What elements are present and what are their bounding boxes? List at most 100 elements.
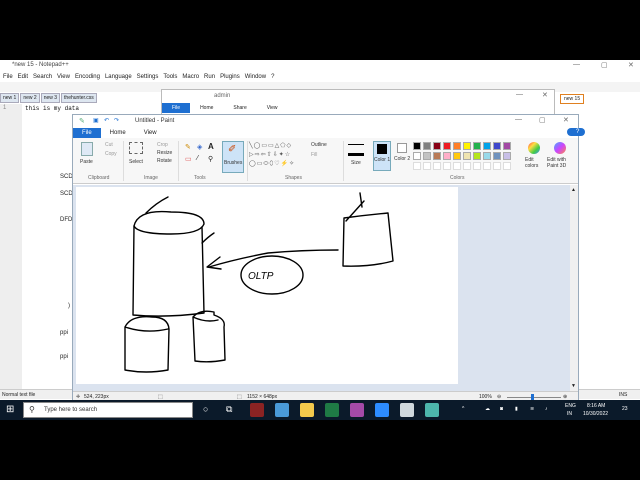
fill-button[interactable]: Fill (311, 152, 317, 158)
maximize-icon[interactable]: ▢ (601, 61, 608, 69)
taskbar-search-box[interactable]: ⚲ Type here to search (23, 402, 193, 418)
save-icon[interactable]: ▣ (93, 117, 99, 124)
menu-macro[interactable]: Macro (182, 72, 199, 82)
notification-count[interactable]: 23 (622, 406, 628, 412)
palette-color-swatch[interactable] (453, 142, 461, 150)
palette-custom-swatch[interactable] (463, 162, 471, 170)
menu-run[interactable]: Run (204, 72, 215, 82)
tab-new-1[interactable]: new 1 (0, 93, 20, 103)
color-1-button[interactable]: Color 1 (373, 141, 391, 171)
scroll-down-icon[interactable]: ▼ (571, 383, 576, 389)
palette-custom-swatch[interactable] (473, 162, 481, 170)
copy-button[interactable]: Copy (105, 151, 117, 157)
scroll-up-icon[interactable]: ▲ (571, 187, 576, 193)
clock-time[interactable]: 8:16 AM (587, 403, 605, 409)
clock-date[interactable]: 10/30/2022 (583, 411, 608, 417)
edit-colors-button[interactable]: Edit colors (525, 157, 545, 169)
palette-color-swatch[interactable] (503, 152, 511, 160)
explorer-tab-share[interactable]: Share (223, 103, 256, 113)
brushes-button[interactable]: ✐ Brushes (222, 141, 244, 173)
rotate-button[interactable]: Rotate (157, 158, 172, 164)
palette-custom-swatch[interactable] (413, 162, 421, 170)
menu-settings[interactable]: Settings (137, 72, 159, 82)
color-2-button[interactable]: Color 2 (394, 141, 412, 171)
palette-color-swatch[interactable] (483, 152, 491, 160)
paint-3d-icon[interactable] (554, 142, 566, 154)
windows-start-icon[interactable]: ⊞ (6, 404, 14, 415)
palette-color-swatch[interactable] (433, 152, 441, 160)
volume-icon[interactable]: ♪ (545, 406, 548, 412)
explorer-tab-view[interactable]: View (257, 103, 288, 113)
tab-new-2[interactable]: new 2 (20, 93, 40, 103)
close-icon[interactable]: ✕ (628, 61, 634, 69)
region-indicator[interactable]: IN (567, 411, 572, 417)
explorer-minimize-icon[interactable]: — (516, 91, 523, 98)
palette-color-swatch[interactable] (443, 142, 451, 150)
battery-icon[interactable]: ▮ (515, 406, 518, 412)
palette-color-swatch[interactable] (423, 152, 431, 160)
menu-search[interactable]: Search (33, 72, 52, 82)
palette-color-swatch[interactable] (463, 152, 471, 160)
minimize-icon[interactable]: — (573, 61, 580, 68)
menu-encoding[interactable]: Encoding (75, 72, 100, 82)
menu-tools[interactable]: Tools (163, 72, 177, 82)
menu-file[interactable]: File (3, 72, 13, 82)
palette-color-swatch[interactable] (443, 152, 451, 160)
fill-icon[interactable]: ◈ (197, 143, 202, 151)
menu-help[interactable]: ? (271, 72, 274, 82)
paint-taskbar-icon[interactable] (400, 403, 414, 417)
palette-color-swatch[interactable] (503, 142, 511, 150)
explorer-tab-home[interactable]: Home (190, 103, 223, 113)
resize-button[interactable]: Resize (157, 150, 172, 156)
palette-color-swatch[interactable] (423, 142, 431, 150)
menu-language[interactable]: Language (105, 72, 132, 82)
color-picker-icon[interactable]: ⁄ (197, 155, 198, 162)
paste-icon[interactable] (81, 142, 93, 156)
outline-button[interactable]: Outline (311, 142, 327, 148)
paint-window[interactable]: ✎ ▣ ↶ ↷ Untitled - Paint — ▢ ✕ File Home… (72, 114, 585, 401)
menu-view[interactable]: View (57, 72, 70, 82)
menu-plugins[interactable]: Plugins (220, 72, 240, 82)
palette-color-swatch[interactable] (483, 142, 491, 150)
taskbar-app-m-icon[interactable] (350, 403, 364, 417)
shapes-gallery[interactable]: ╲◯▭▭△⬠◇ ▷⇨⇦⇧⇩✦☆ ◯▭⬭⬯♡⚡✧ (249, 142, 309, 170)
magnifier-icon[interactable]: ⚲ (208, 155, 213, 163)
paint-tab-view[interactable]: View (135, 128, 166, 138)
paint-close-icon[interactable]: ✕ (563, 116, 569, 124)
palette-color-swatch[interactable] (433, 142, 441, 150)
palette-custom-swatch[interactable] (433, 162, 441, 170)
task-view-icon[interactable]: ⧉ (226, 404, 232, 415)
text-icon[interactable]: A (208, 142, 214, 151)
zoom-app-icon[interactable] (375, 403, 389, 417)
palette-color-swatch[interactable] (413, 142, 421, 150)
explorer-tab-file[interactable]: File (162, 103, 191, 113)
undo-icon[interactable]: ↶ (104, 117, 109, 124)
excel-icon[interactable] (325, 403, 339, 417)
zoom-slider[interactable] (507, 397, 561, 398)
tab-new-3[interactable]: new 3 (40, 93, 61, 103)
crop-button[interactable]: Crop (157, 142, 168, 148)
paint-vertical-scrollbar[interactable]: ▲ ▼ (570, 185, 578, 391)
redo-icon[interactable]: ↷ (114, 117, 119, 124)
drawing-canvas[interactable]: OLTP (76, 187, 458, 384)
size-button[interactable]: Size (351, 160, 361, 166)
palette-custom-swatch[interactable] (443, 162, 451, 170)
taskbar-app-1-icon[interactable] (250, 403, 264, 417)
palette-custom-swatch[interactable] (503, 162, 511, 170)
taskbar-app-2-icon[interactable] (275, 403, 289, 417)
palette-custom-swatch[interactable] (493, 162, 501, 170)
help-icon[interactable]: ? (567, 128, 585, 136)
palette-color-swatch[interactable] (493, 152, 501, 160)
palette-color-swatch[interactable] (473, 142, 481, 150)
palette-color-swatch[interactable] (453, 152, 461, 160)
palette-color-swatch[interactable] (473, 152, 481, 160)
network-icon[interactable]: ◙ (500, 406, 503, 412)
wifi-icon[interactable]: ≋ (530, 406, 534, 412)
palette-color-swatch[interactable] (413, 152, 421, 160)
palette-custom-swatch[interactable] (483, 162, 491, 170)
notepad-taskbar-icon[interactable] (425, 403, 439, 417)
cut-button[interactable]: Cut (105, 142, 113, 148)
paint-tab-home[interactable]: Home (101, 128, 135, 138)
palette-custom-swatch[interactable] (423, 162, 431, 170)
file-explorer-icon[interactable] (300, 403, 314, 417)
